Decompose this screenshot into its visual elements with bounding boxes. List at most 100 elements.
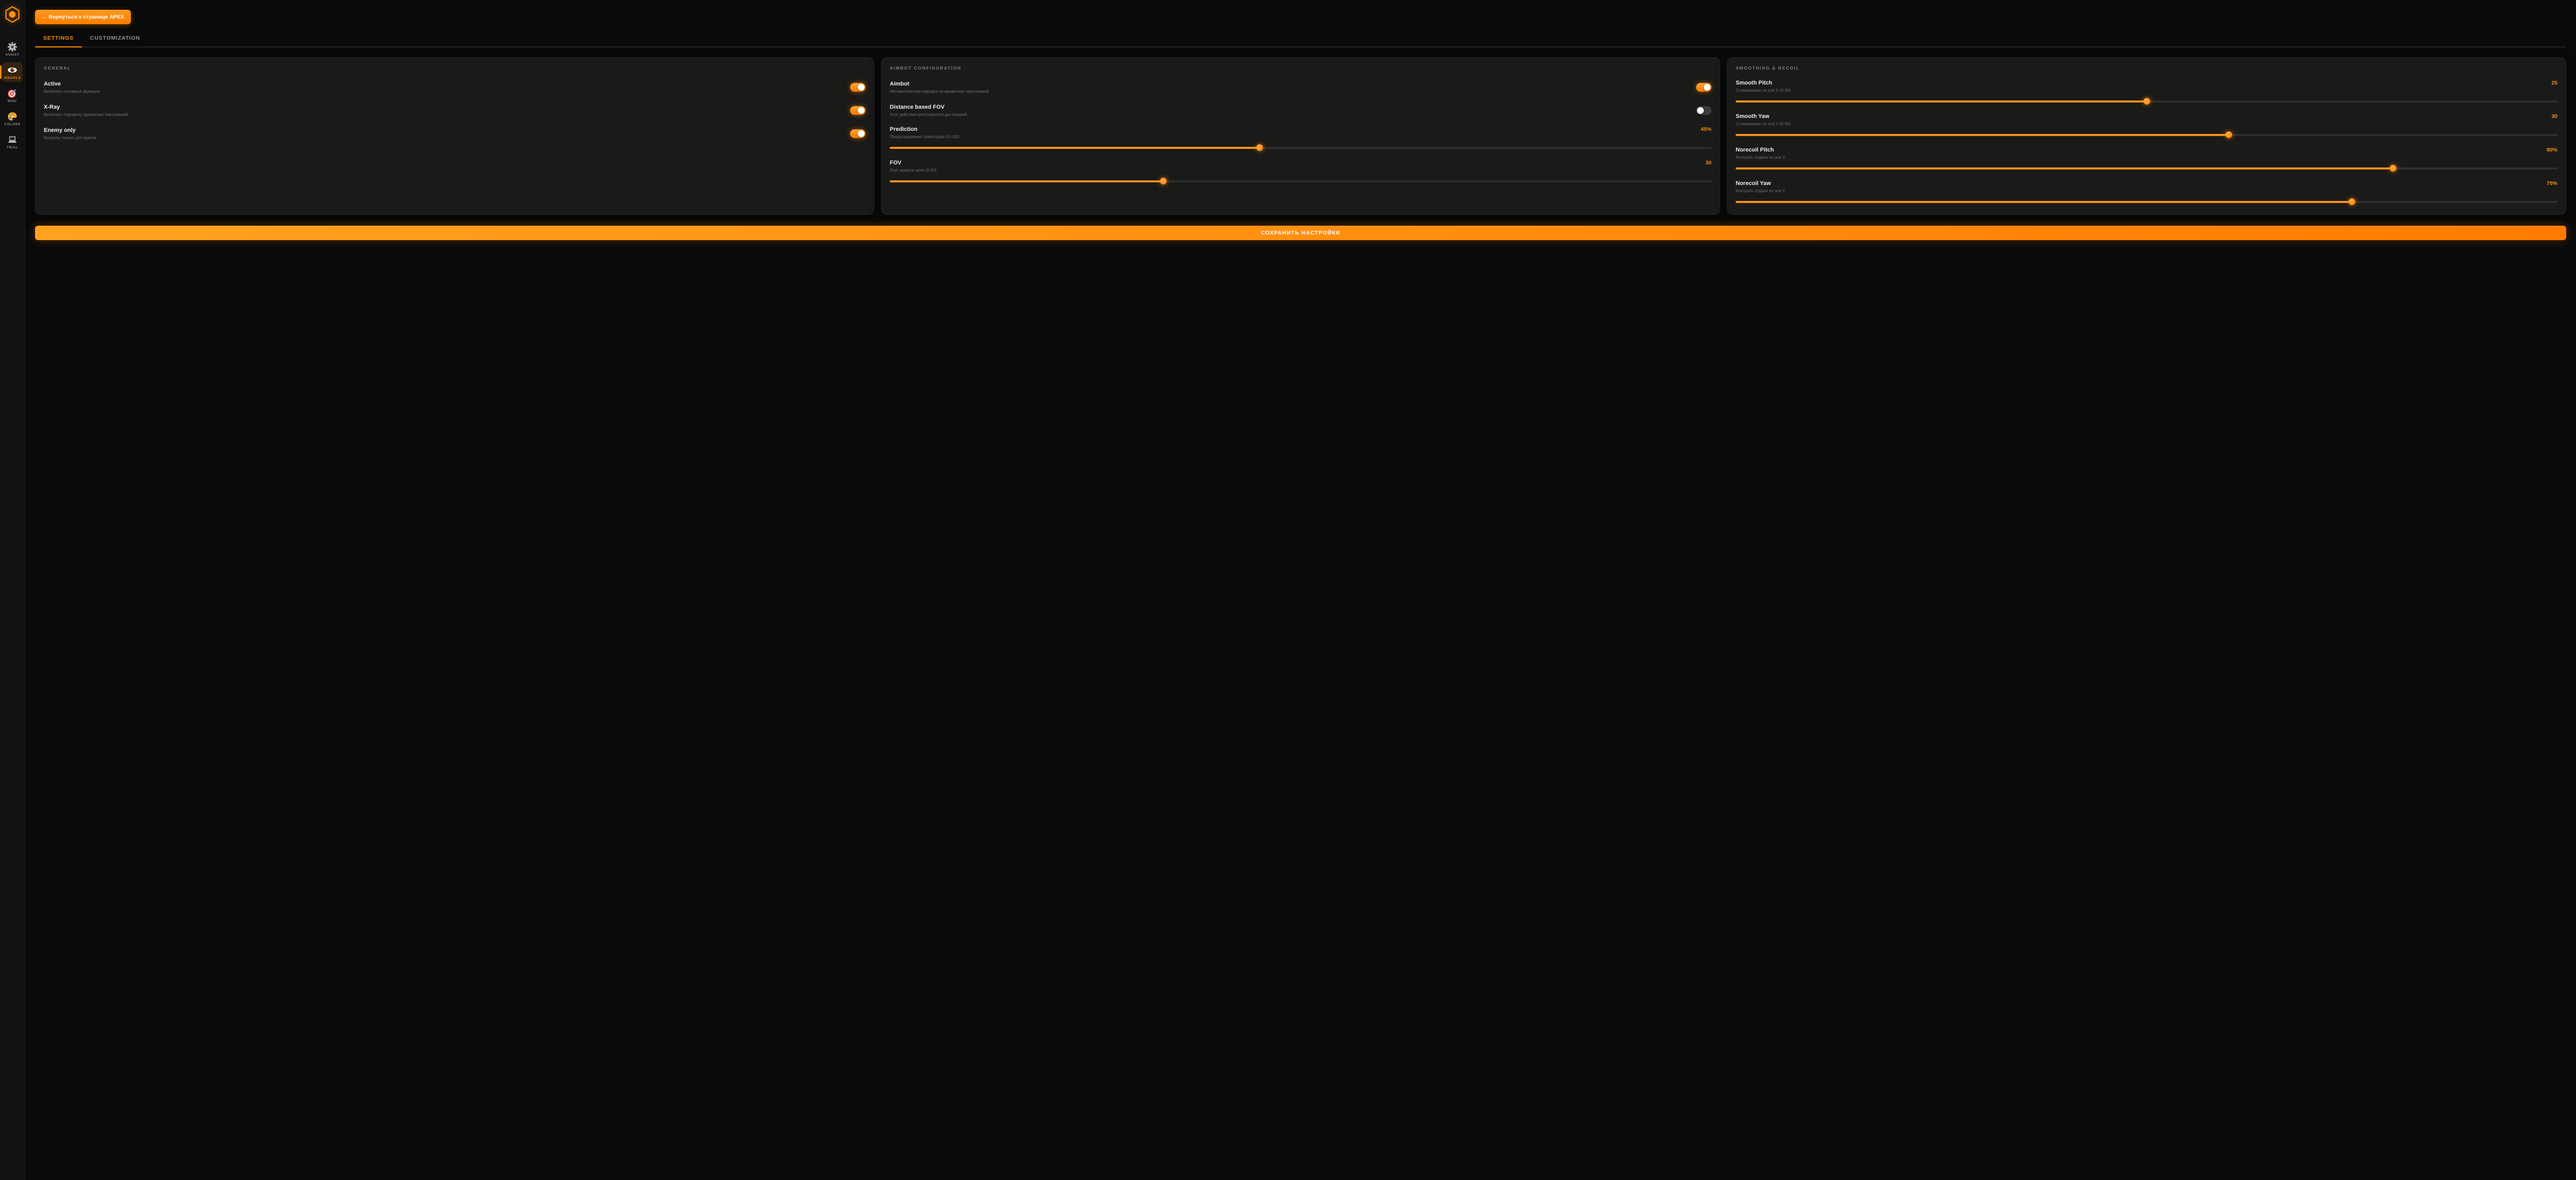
setting-row-aimbot: Aimbot Автоматическая наводка на вражески… [890,80,1711,94]
slider-knob[interactable] [1160,178,1167,184]
enemy-only-toggle[interactable] [850,129,866,138]
setting-row-fov: FOV 30 Угол захвата цели (0-90) [890,160,1711,184]
slider-fill [1736,201,2352,203]
setting-label: Distance based FOV [890,104,967,110]
main-content: ← Вернуться к странице APEX SETTINGSCUST… [25,0,2576,1180]
panel-general: GENERAL Active Включить основные функции X-… [35,57,874,215]
setting-description: Сглаживание по оси Y (0-50) [1736,122,2557,126]
slider-knob[interactable] [2143,98,2150,105]
setting-label: FOV [890,160,902,166]
sidebar: ASSIST VISUALS MISC COLORS TRIAL [0,0,25,1180]
slider-knob[interactable] [2390,165,2397,172]
fov-slider[interactable] [890,178,1711,184]
setting-head: Smooth Yaw 30 [1736,113,2557,120]
setting-row-enemy-only: Enemy onlyВизуалы только для врагов [44,126,866,141]
slider-knob[interactable] [1256,144,1263,151]
setting-description: Угол действия регулируется дистанцией [890,112,967,117]
sidebar-item-misc[interactable]: MISC [2,86,23,105]
distance-based-fov-toggle[interactable] [1696,106,1711,115]
sidebar-item-label: ASSIST [5,53,19,57]
setting-description: Включить основные функции [44,89,99,94]
slider-knob[interactable] [2226,131,2232,138]
setting-text: Active Включить основные функции [44,81,99,94]
sidebar-item-colors[interactable]: COLORS [2,109,23,128]
toggle-knob [858,107,865,114]
setting-value: 30 [1705,160,1711,166]
setting-value: 75% [2547,180,2557,187]
panel-title: AIMBOT CONFIGURATION [890,65,1711,71]
setting-row-x-ray: X-Ray Включить подсветку вражеских персон… [44,103,866,117]
setting-row-prediction: Prediction 45% Предугадывание траектории (… [890,126,1711,151]
setting-label: Aimbot [890,81,989,87]
setting-description: Включить подсветку вражеских персонажей [44,112,128,117]
setting-row-norecoil-yaw: Norecoil Yaw 75% Контроль отдачи по оси Y [1736,180,2557,205]
sidebar-item-assist[interactable]: ASSIST [2,39,23,59]
slider-knob[interactable] [2349,198,2355,205]
hexagon-logo-icon[interactable] [5,6,20,26]
slider-fill [1736,100,2147,103]
settings-panels: GENERAL Active Включить основные функции X-… [35,57,2566,215]
smooth-pitch-slider[interactable] [1736,98,2557,105]
setting-text: Distance based FOV Угол действия регулиру… [890,104,967,117]
sidebar-item-trial[interactable]: TRIAL [2,132,23,151]
norecoil-yaw-slider[interactable] [1736,198,2557,205]
prediction-slider[interactable] [890,144,1711,151]
tab-customization[interactable]: CUSTOMIZATION [82,30,148,47]
setting-label: X-Ray [44,104,128,110]
active-indicator-bar [0,65,2,79]
setting-row-smooth-pitch: Smooth Pitch25Сглаживание по оси X (0-50… [1736,80,2557,105]
setting-label: Smooth Pitch [1736,80,1772,86]
setting-label: Smooth Yaw [1736,113,1769,120]
active-toggle[interactable] [850,83,866,92]
slider-fill [1736,167,2393,170]
slider-fill [1736,134,2229,136]
slider-fill [890,147,1260,149]
setting-description: Предугадывание траектории (0-100) [890,134,1711,139]
setting-text: X-Ray Включить подсветку вражеских персон… [44,104,128,117]
norecoil-pitch-slider[interactable] [1736,165,2557,172]
setting-value: 80% [2547,147,2557,153]
laptop-icon [7,134,18,145]
setting-description: Автоматическая наводка на вражеских перс… [890,89,989,94]
sidebar-item-visuals[interactable]: VISUALS [2,62,23,82]
app-root: ASSIST VISUALS MISC COLORS TRIAL ← Вернуться… [0,0,2576,1180]
toggle-knob [1697,107,1704,114]
sidebar-item-label: VISUALS [4,76,21,80]
smooth-yaw-slider[interactable] [1736,131,2557,138]
setting-label: Enemy only [44,127,96,133]
eye-icon [7,65,18,75]
setting-head: FOV 30 [890,160,1711,166]
sidebar-nav: ASSIST VISUALS MISC COLORS TRIAL [0,39,25,151]
setting-head: Norecoil Yaw 75% [1736,180,2557,187]
setting-row-smooth-yaw: Smooth Yaw 30 Сглаживание по оси Y (0-50) [1736,113,2557,138]
setting-description: Угол захвата цели (0-90) [890,168,1711,173]
setting-label: Prediction [890,126,918,132]
setting-description: Контроль отдачи по оси Y [1736,189,2557,193]
aimbot-toggle[interactable] [1696,83,1711,92]
setting-text: Enemy onlyВизуалы только для врагов [44,127,96,140]
target-icon [7,88,18,98]
back-button[interactable]: ← Вернуться к странице APEX [35,10,131,24]
toggle-knob [1704,84,1710,91]
setting-head: Prediction 45% [890,126,1711,132]
setting-row-norecoil-pitch: Norecoil Pitch80% Контроль отдачи по оси … [1736,147,2557,172]
panel-aimbot-configuration: AIMBOT CONFIGURATION Aimbot Автоматическая… [881,57,1720,215]
x-ray-toggle[interactable] [850,106,866,115]
panel-smoothing-recoil: SMOOTHING & RECOIL Smooth Pitch25Сглажива… [1727,57,2566,215]
tab-settings[interactable]: SETTINGS [35,30,82,47]
setting-row-distance-based-fov: Distance based FOV Угол действия регулиру… [890,103,1711,117]
setting-value: 30 [2551,113,2557,120]
setting-description: Контроль отдачи по оси X [1736,155,2557,160]
setting-value: 45% [1701,126,1711,132]
setting-head: Norecoil Pitch80% [1736,147,2557,153]
setting-text: Aimbot Автоматическая наводка на вражески… [890,81,989,94]
tabs-bar: SETTINGSCUSTOMIZATION [35,30,2566,47]
setting-row-active: Active Включить основные функции [44,80,866,94]
panel-title: SMOOTHING & RECOIL [1736,65,2557,71]
setting-label: Active [44,81,99,87]
gear-icon [7,42,18,52]
panel-title: GENERAL [44,65,866,71]
setting-label: Norecoil Yaw [1736,180,1771,187]
save-settings-button[interactable]: СОХРАНИТЬ НАСТРОЙКИ [35,226,2566,240]
sidebar-item-label: COLORS [4,123,20,126]
